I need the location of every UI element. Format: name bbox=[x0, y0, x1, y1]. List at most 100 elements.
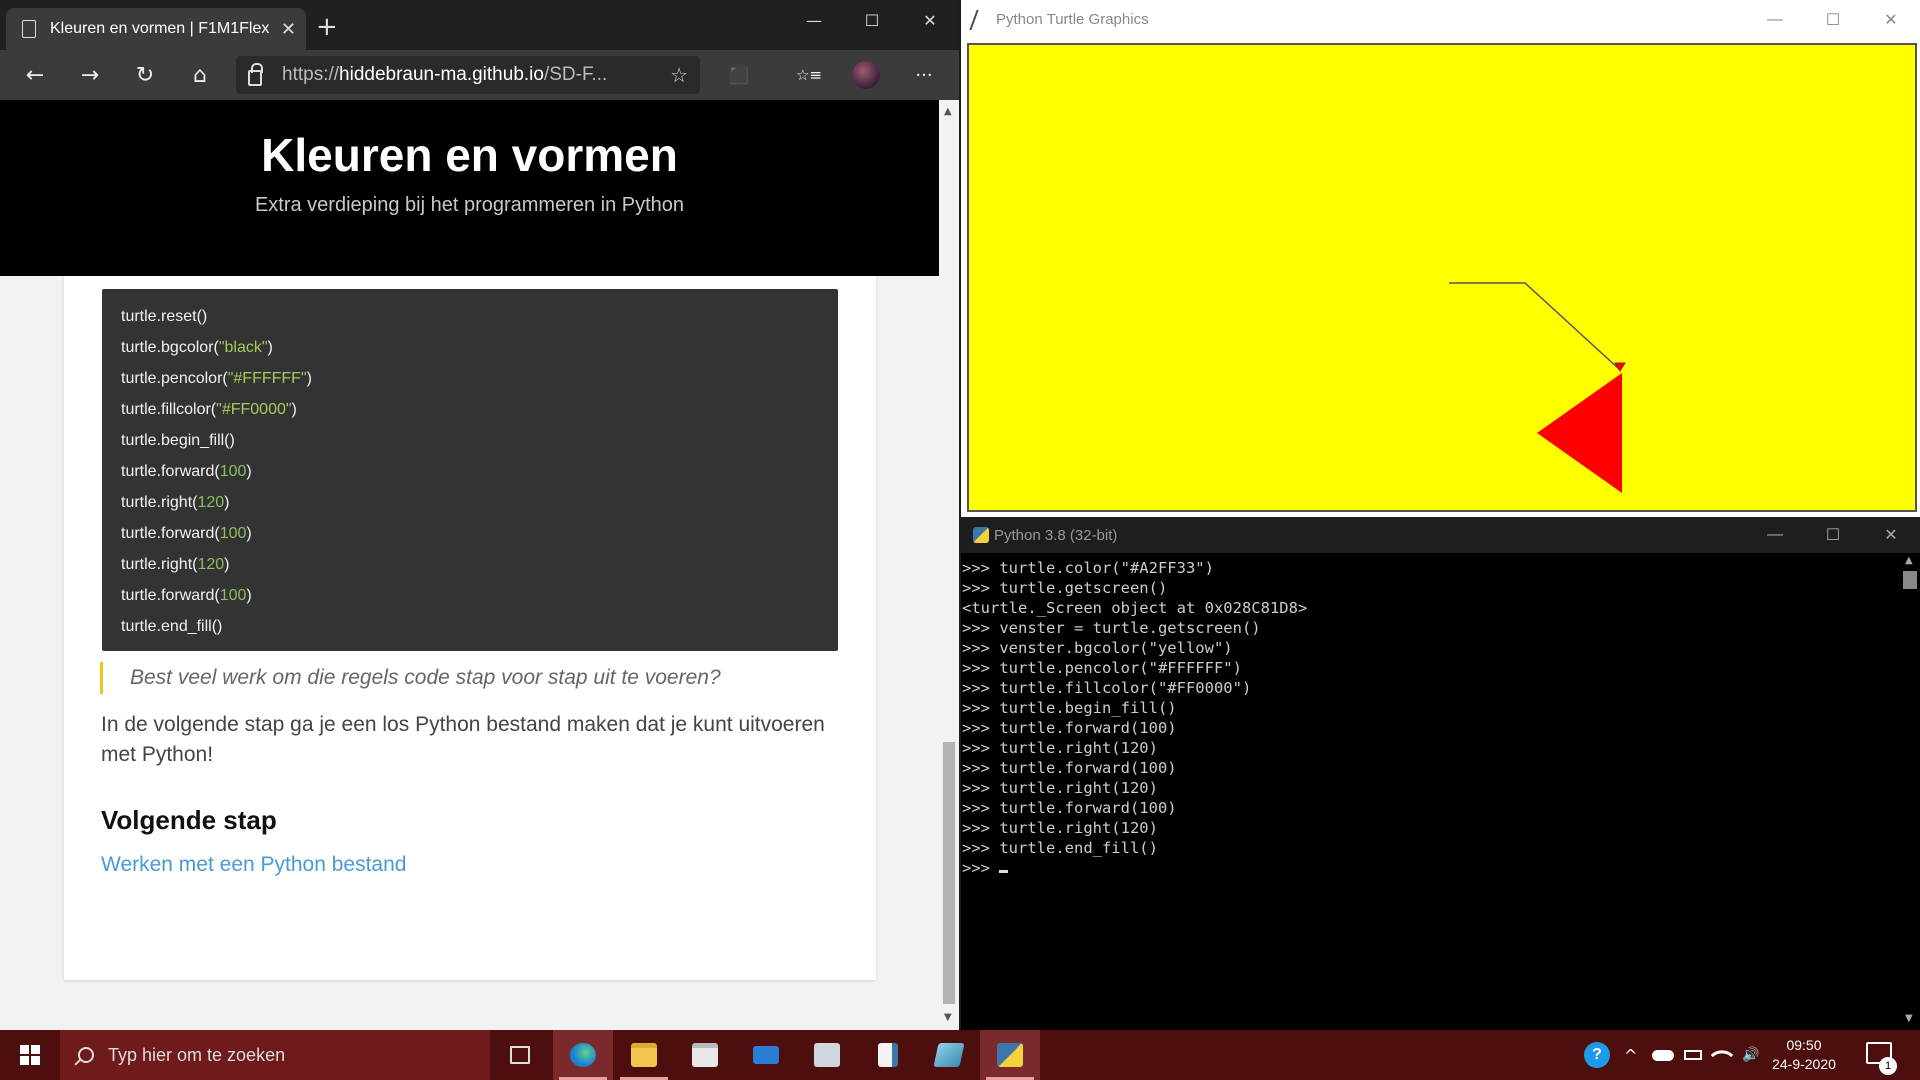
new-tab-button[interactable]: + bbox=[316, 14, 338, 40]
shell-line: >>> turtle.right(120) bbox=[962, 739, 1158, 757]
feather-icon bbox=[969, 10, 987, 30]
page-scrollbar[interactable]: ▲ ▼ bbox=[939, 100, 959, 1030]
python-file-icon bbox=[878, 1043, 898, 1067]
scroll-thumb[interactable] bbox=[943, 742, 955, 1004]
shell-line: >>> turtle.forward(100) bbox=[962, 799, 1177, 817]
shell-line: >>> turtle.begin_fill() bbox=[962, 699, 1177, 717]
code-line: turtle.fillcolor("#FF0000") bbox=[121, 394, 838, 425]
minimize-button[interactable]: — bbox=[785, 0, 843, 40]
browser-tab[interactable]: Kleuren en vormen | F1M1Flex - ✕ bbox=[6, 8, 306, 50]
turtle-drawing bbox=[1449, 282, 1626, 493]
onedrive-icon[interactable] bbox=[1652, 1030, 1674, 1080]
task-view-icon bbox=[510, 1046, 530, 1064]
tab-close-button[interactable]: ✕ bbox=[281, 19, 296, 40]
battery-shape bbox=[1684, 1050, 1702, 1060]
maximize-button[interactable]: ☐ bbox=[843, 0, 901, 40]
forward-button[interactable]: → bbox=[73, 58, 107, 92]
code-line: turtle.right(120) bbox=[121, 549, 838, 580]
taskbar-app[interactable] bbox=[797, 1030, 857, 1080]
shell-line: >>> venster.bgcolor("yellow") bbox=[962, 639, 1233, 657]
tab-bar: Kleuren en vormen | F1M1Flex - ✕ + — ☐ ✕ bbox=[0, 0, 959, 50]
collections-icon[interactable]: ☆≡ bbox=[792, 58, 826, 92]
clock[interactable]: 09:50 24-9-2020 bbox=[1764, 1036, 1844, 1074]
search-icon bbox=[78, 1047, 94, 1063]
filled-triangle bbox=[1537, 373, 1622, 493]
maximize-button[interactable]: ☐ bbox=[1804, 0, 1862, 40]
close-window-button[interactable]: ✕ bbox=[901, 0, 959, 40]
home-button[interactable]: ⌂ bbox=[183, 58, 217, 92]
shell-scrollbar[interactable]: ▲ ▼ bbox=[1900, 553, 1920, 1030]
folder-icon bbox=[631, 1043, 657, 1067]
task-view-button[interactable] bbox=[490, 1030, 550, 1080]
code-text: turtle.forward( bbox=[121, 463, 220, 480]
shell-line: >>> venster = turtle.getscreen() bbox=[962, 619, 1261, 637]
back-button[interactable]: ← bbox=[18, 58, 52, 92]
text-cursor bbox=[999, 870, 1009, 873]
taskbar-python[interactable] bbox=[980, 1030, 1040, 1080]
page-title: Kleuren en vormen bbox=[261, 129, 678, 181]
battery-icon[interactable] bbox=[1684, 1030, 1702, 1080]
tray-chevron-icon[interactable]: ^ bbox=[1624, 1030, 1637, 1080]
site-header: Kleuren en vormen Extra verdieping bij h… bbox=[0, 100, 939, 276]
browser-window-controls: — ☐ ✕ bbox=[785, 0, 959, 40]
shell-titlebar[interactable]: Python 3.8 (32-bit) — ☐ ✕ bbox=[961, 517, 1920, 553]
code-text: turtle.pencolor( bbox=[121, 370, 228, 387]
address-bar[interactable]: https:// hiddebraun-ma.github.io /SD-F..… bbox=[236, 56, 700, 94]
turtle-titlebar[interactable]: Python Turtle Graphics — ☐ ✕ bbox=[961, 0, 1920, 40]
turtle-canvas[interactable] bbox=[967, 43, 1917, 512]
cloud-shape bbox=[1652, 1049, 1674, 1061]
scroll-thumb[interactable] bbox=[1903, 571, 1917, 589]
next-step-link[interactable]: Werken met een Python bestand bbox=[101, 853, 406, 877]
taskbar-file-explorer[interactable] bbox=[614, 1030, 674, 1080]
code-line: turtle.reset() bbox=[121, 301, 838, 332]
shell-line: >>> turtle.right(120) bbox=[962, 819, 1158, 837]
favorite-star-icon[interactable]: ☆ bbox=[670, 63, 688, 88]
wifi-icon[interactable] bbox=[1710, 1030, 1734, 1080]
close-window-button[interactable]: ✕ bbox=[1862, 515, 1920, 555]
maximize-button[interactable]: ☐ bbox=[1804, 515, 1862, 555]
taskbar-notes[interactable] bbox=[919, 1030, 979, 1080]
shell-line: >>> turtle.end_fill() bbox=[962, 839, 1158, 857]
taskbar: Typ hier om te zoeken ? ^ 🔊 09:50 24-9-2… bbox=[0, 1030, 1920, 1080]
shell-line: <turtle._Screen object at 0x028C81D8> bbox=[962, 599, 1308, 617]
shell-prompt-line[interactable]: >>> bbox=[962, 858, 1900, 878]
code-text: turtle.end_fill() bbox=[121, 618, 223, 635]
lock-icon[interactable] bbox=[248, 63, 263, 86]
minimize-button[interactable]: — bbox=[1746, 0, 1804, 40]
extension-icon[interactable]: ⬛ bbox=[722, 58, 756, 92]
shell-console[interactable]: >>> turtle.color("#A2FF33") >>> turtle.ge… bbox=[961, 553, 1900, 1030]
notification-count: 1 bbox=[1879, 1057, 1897, 1075]
code-text: turtle.forward( bbox=[121, 587, 220, 604]
scroll-down-arrow[interactable]: ▼ bbox=[944, 1012, 952, 1023]
minimize-button[interactable]: — bbox=[1746, 515, 1804, 555]
mail-icon bbox=[753, 1046, 779, 1064]
profile-avatar[interactable] bbox=[852, 61, 880, 89]
taskbar-python-file[interactable] bbox=[858, 1030, 918, 1080]
refresh-button[interactable]: ↻ bbox=[128, 58, 162, 92]
shell-prompt: >>> bbox=[962, 859, 1000, 877]
taskbar-edge[interactable] bbox=[553, 1030, 613, 1080]
shell-line: >>> turtle.right(120) bbox=[962, 779, 1158, 797]
help-icon[interactable]: ? bbox=[1584, 1030, 1610, 1080]
volume-icon[interactable]: 🔊 bbox=[1742, 1030, 1759, 1080]
taskbar-search[interactable]: Typ hier om te zoeken bbox=[60, 1030, 490, 1080]
start-button[interactable] bbox=[0, 1030, 60, 1080]
shell-line: >>> turtle.color("#A2FF33") bbox=[962, 559, 1214, 577]
shell-line: >>> turtle.pencolor("#FFFFFF") bbox=[962, 659, 1242, 677]
notes-icon bbox=[933, 1043, 965, 1067]
code-string: "#FF0000" bbox=[216, 401, 292, 418]
close-window-button[interactable]: ✕ bbox=[1862, 0, 1920, 40]
scroll-down-arrow[interactable]: ▼ bbox=[1905, 1013, 1913, 1024]
python-shell-window: Python 3.8 (32-bit) — ☐ ✕ >>> turtle.col… bbox=[961, 517, 1920, 1030]
shell-line: >>> turtle.forward(100) bbox=[962, 759, 1177, 777]
code-number: 100 bbox=[219, 587, 247, 604]
more-menu-button[interactable]: ··· bbox=[907, 58, 941, 92]
code-text: ) bbox=[246, 587, 252, 604]
taskbar-store[interactable] bbox=[675, 1030, 735, 1080]
taskbar-mail[interactable] bbox=[736, 1030, 796, 1080]
code-text: turtle.reset() bbox=[121, 308, 208, 325]
scroll-up-arrow[interactable]: ▲ bbox=[944, 106, 952, 117]
next-step-heading: Volgende stap bbox=[101, 805, 277, 835]
scroll-up-arrow[interactable]: ▲ bbox=[1905, 555, 1913, 566]
code-text: turtle.fillcolor( bbox=[121, 401, 217, 418]
